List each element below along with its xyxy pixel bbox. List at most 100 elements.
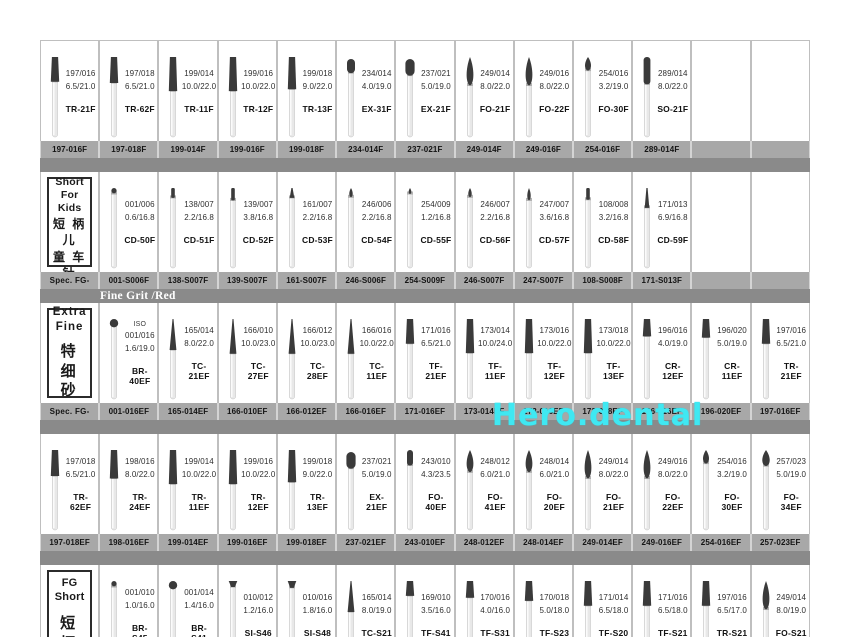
bur-cell[interactable]: 247/007 3.6/16.8 CD-57F [513, 172, 573, 272]
spec-code[interactable]: 199-014F [158, 141, 218, 158]
bur-cell[interactable]: 198/016 8.0/22.0 TR-24EF [99, 434, 159, 534]
bur-cell[interactable]: 196/016 4.0/19.0 CR-12EF [632, 303, 692, 403]
spec-code[interactable]: 249-014F [454, 141, 514, 158]
bur-cell[interactable]: 254/016 3.2/19.0 FO-30EF [691, 434, 751, 534]
spec-code[interactable]: 234-014F [336, 141, 396, 158]
bur-cell[interactable]: 199/018 9.0/22.0 TR-13EF [276, 434, 337, 534]
bur-cell[interactable]: 197/016 6.5/21.0 TR-21F [40, 41, 100, 141]
bur-cell[interactable]: 257/023 5.0/19.0 FO-34EF [750, 434, 810, 534]
spec-code[interactable]: 108-S008F [572, 272, 633, 289]
spec-code[interactable]: 289-014F [632, 141, 692, 158]
bur-cell[interactable]: 289/014 8.0/22.0 SO-21F [632, 41, 692, 141]
spec-code[interactable]: 173-014EF [454, 403, 514, 420]
bur-cell[interactable]: 197/016 6.5/21.0 TR-21EF [750, 303, 810, 403]
bur-cell[interactable]: 249/014 8.0/19.0 FO-S21 [750, 565, 810, 637]
bur-cell[interactable]: 243/010 4.3/23.5 FO-40EF [395, 434, 455, 534]
bur-cell[interactable]: ISO 001/016 1.6/19.0 BR-40EF [99, 303, 159, 403]
bur-cell[interactable]: 248/014 6.0/21.0 FO-20EF [513, 434, 573, 534]
bur-cell[interactable]: 010/016 1.8/16.0 SI-S48 [276, 565, 337, 637]
spec-code[interactable]: 171-S013F [632, 272, 692, 289]
spec-code[interactable]: 237-021F [395, 141, 455, 158]
bur-cell[interactable]: 001/006 0.6/16.8 CD-50F [99, 172, 159, 272]
bur-cell[interactable]: 171/016 6.5/18.0 TF-S21 [632, 565, 692, 637]
bur-cell[interactable]: 170/016 4.0/16.0 TF-S31 [454, 565, 514, 637]
spec-code[interactable]: 138-S007F [158, 272, 218, 289]
bur-cell[interactable]: 199/018 9.0/22.0 TR-13F [276, 41, 337, 141]
bur-cell[interactable]: 166/010 10.0/23.0 TC-27EF [217, 303, 277, 403]
bur-cell[interactable]: 161/007 2.2/16.8 CD-53F [276, 172, 337, 272]
bur-cell[interactable]: 199/016 10.0/22.0 TR-12EF [217, 434, 277, 534]
bur-cell[interactable]: 249/016 8.0/22.0 FO-22F [513, 41, 573, 141]
bur-cell[interactable]: 171/014 6.5/18.0 TF-S20 [572, 565, 633, 637]
spec-code[interactable]: 249-016EF [632, 534, 692, 551]
bur-cell[interactable]: 138/007 2.2/16.8 CD-51F [158, 172, 218, 272]
spec-code[interactable]: 243-010EF [395, 534, 455, 551]
bur-cell[interactable]: 199/014 10.0/22.0 TR-11F [158, 41, 218, 141]
bur-cell[interactable]: 169/010 3.5/16.0 TF-S41 [395, 565, 455, 637]
bur-cell[interactable]: 199/016 10.0/22.0 TR-12F [217, 41, 277, 141]
spec-code[interactable]: 001-S006F [99, 272, 159, 289]
spec-code[interactable]: 197-018F [99, 141, 159, 158]
bur-cell[interactable]: 237/021 5.0/19.0 EX-21EF [336, 434, 396, 534]
bur-cell[interactable]: 171/013 6.9/16.8 CD-59F [632, 172, 692, 272]
bur-cell[interactable]: 166/012 10.0/23.0 TC-28EF [276, 303, 337, 403]
spec-code[interactable]: 248-012EF [454, 534, 514, 551]
spec-code[interactable]: 198-016EF [99, 534, 159, 551]
bur-cell[interactable]: 246/006 2.2/16.8 CD-54F [336, 172, 396, 272]
spec-code[interactable]: 196-016EF [632, 403, 692, 420]
spec-code[interactable]: 139-S007F [217, 272, 277, 289]
spec-code[interactable]: 173-016EF [513, 403, 573, 420]
spec-code[interactable]: 246-S006F [336, 272, 396, 289]
spec-code[interactable]: 199-018EF [276, 534, 337, 551]
spec-code[interactable]: 166-010EF [217, 403, 277, 420]
bur-cell[interactable]: 173/018 10.0/22.0 TF-13EF [572, 303, 633, 403]
spec-code[interactable]: 254-S009F [395, 272, 455, 289]
spec-code[interactable]: 257-023EF [750, 534, 810, 551]
spec-code[interactable]: 173-018EF [572, 403, 633, 420]
bur-cell[interactable]: 001/014 1.4/16.0 BR-S41 [158, 565, 218, 637]
spec-code[interactable]: 166-016EF [336, 403, 396, 420]
spec-code[interactable]: 161-S007F [276, 272, 337, 289]
spec-code[interactable]: 196-020EF [691, 403, 751, 420]
spec-code[interactable]: 197-016EF [750, 403, 810, 420]
bur-cell[interactable]: 254/009 1.2/16.8 CD-55F [395, 172, 455, 272]
spec-code[interactable]: 199-014EF [158, 534, 218, 551]
bur-cell[interactable]: 249/014 8.0/22.0 FO-21F [454, 41, 514, 141]
bur-cell[interactable]: 254/016 3.2/19.0 FO-30F [572, 41, 633, 141]
bur-cell[interactable]: 197/016 6.5/17.0 TR-S21 [691, 565, 751, 637]
bur-cell[interactable]: 173/014 10.0/24.0 TF-11EF [454, 303, 514, 403]
bur-cell[interactable]: 165/014 8.0/19.0 TC-S21 [336, 565, 396, 637]
spec-code[interactable]: 171-016EF [395, 403, 455, 420]
spec-code[interactable]: 166-012EF [276, 403, 337, 420]
bur-cell[interactable]: 165/014 8.0/22.0 TC-21EF [158, 303, 218, 403]
bur-cell[interactable]: 001/010 1.0/16.0 BR-S45 [99, 565, 159, 637]
spec-code[interactable]: 254-016EF [691, 534, 751, 551]
bur-cell[interactable]: 166/016 10.0/22.0 TC-11EF [336, 303, 396, 403]
bur-cell[interactable]: 249/014 8.0/22.0 FO-21EF [572, 434, 633, 534]
bur-cell[interactable]: 170/018 5.0/18.0 TF-S23 [513, 565, 573, 637]
spec-code[interactable]: 249-016F [513, 141, 573, 158]
bur-cell[interactable]: 171/016 6.5/21.0 TF-21EF [395, 303, 455, 403]
bur-cell[interactable]: 173/016 10.0/22.0 TF-12EF [513, 303, 573, 403]
spec-code[interactable]: 197-018EF [40, 534, 100, 551]
bur-cell[interactable]: 237/021 5.0/19.0 EX-21F [395, 41, 455, 141]
spec-code[interactable]: 247-S007F [513, 272, 573, 289]
bur-cell[interactable]: 197/018 6.5/21.0 TR-62F [99, 41, 159, 141]
bur-cell[interactable]: 139/007 3.8/16.8 CD-52F [217, 172, 277, 272]
spec-code[interactable]: 199-016EF [217, 534, 277, 551]
bur-cell[interactable]: 010/012 1.2/16.0 SI-S46 [217, 565, 277, 637]
bur-cell[interactable]: 199/014 10.0/22.0 TR-11EF [158, 434, 218, 534]
spec-code[interactable]: 199-018F [276, 141, 337, 158]
spec-code[interactable]: 165-014EF [158, 403, 218, 420]
bur-cell[interactable]: 234/014 4.0/19.0 EX-31F [336, 41, 396, 141]
spec-code[interactable]: 001-016EF [99, 403, 159, 420]
spec-code[interactable]: 254-016F [572, 141, 633, 158]
spec-code[interactable]: 248-014EF [513, 534, 573, 551]
bur-cell[interactable]: 249/016 8.0/22.0 FO-22EF [632, 434, 692, 534]
bur-cell[interactable]: 248/012 6.0/21.0 FO-41EF [454, 434, 514, 534]
spec-code[interactable]: 199-016F [217, 141, 277, 158]
spec-code[interactable]: 237-021EF [336, 534, 396, 551]
bur-cell[interactable]: 108/008 3.2/16.8 CD-58F [572, 172, 633, 272]
spec-code[interactable]: 249-014EF [572, 534, 633, 551]
bur-cell[interactable]: 197/018 6.5/21.0 TR-62EF [40, 434, 100, 534]
